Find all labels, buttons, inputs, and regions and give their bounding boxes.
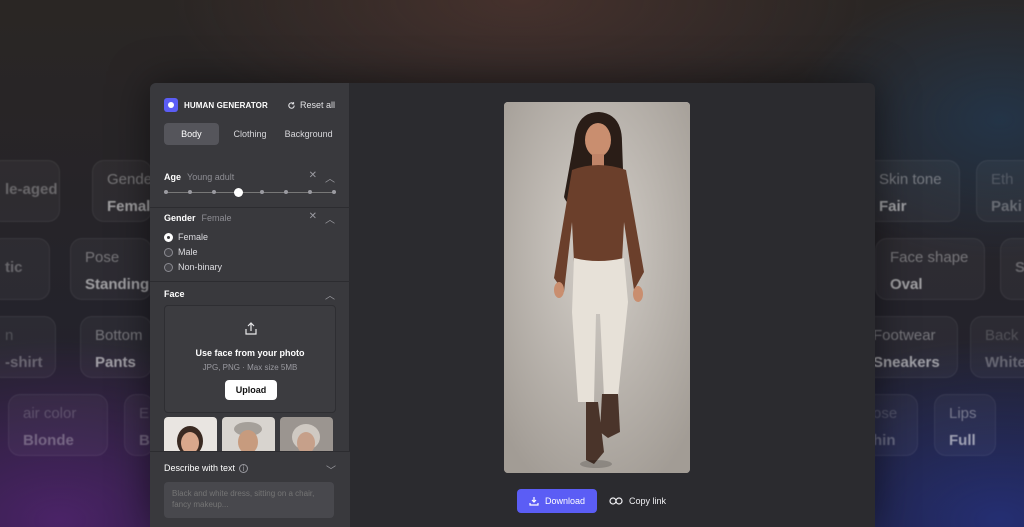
panel-header: HUMAN GENERATOR Reset all — [164, 97, 335, 113]
reset-all-button[interactable]: Reset all — [287, 100, 335, 110]
download-label: Download — [544, 496, 586, 506]
chevron-up-icon[interactable]: ︿ — [325, 170, 335, 185]
describe-title-row[interactable]: Describe with text i — [164, 463, 249, 473]
copy-link-button[interactable]: Copy link — [609, 496, 666, 506]
person-illustration — [504, 102, 690, 473]
chevron-up-icon[interactable]: ︿ — [325, 287, 335, 302]
info-icon: i — [239, 463, 249, 473]
gender-value: Female — [201, 213, 232, 223]
tab-bar: Body Clothing Background — [164, 123, 336, 145]
close-icon[interactable]: ✕ — [309, 211, 317, 226]
radio-label: Male — [178, 247, 198, 257]
age-slider[interactable] — [164, 188, 336, 197]
upload-hint: JPG, PNG · Max size 5MB — [202, 363, 298, 372]
divider — [150, 207, 350, 208]
download-button[interactable]: Download — [517, 489, 597, 513]
radio-male[interactable]: Male — [164, 247, 198, 257]
settings-panel: HUMAN GENERATOR Reset all Body Clothing … — [150, 83, 350, 527]
download-icon — [529, 497, 539, 506]
bg-chip-s: S — [1000, 238, 1024, 300]
gender-controls: ✕ ︿ — [309, 211, 335, 226]
age-section-title[interactable]: Age Young adult — [164, 172, 234, 182]
preview-actions: Download Copy link — [517, 489, 666, 513]
face-section-title[interactable]: Face — [164, 289, 185, 299]
radio-label: Female — [178, 232, 209, 242]
logo-icon — [164, 98, 178, 112]
tab-body[interactable]: Body — [164, 123, 219, 145]
bg-chip-bottom: Bottom Pants — [80, 316, 152, 378]
describe-section: Describe with text i ﹀ — [150, 451, 350, 527]
generator-window: HUMAN GENERATOR Reset all Body Clothing … — [150, 83, 875, 527]
age-value: Young adult — [187, 172, 235, 182]
radio-label: Non-binary — [178, 262, 223, 272]
generated-image — [504, 102, 690, 473]
upload-title: Use face from your photo — [195, 348, 305, 358]
radio-dot — [164, 262, 173, 272]
slider-step-dot — [284, 190, 288, 194]
bg-chip-style: tic — [0, 238, 50, 300]
slider-step-dot — [260, 190, 264, 194]
radio-dot — [164, 247, 173, 257]
radio-female[interactable]: Female — [164, 232, 208, 242]
face-controls: ︿ — [325, 287, 335, 302]
age-title: Age — [164, 172, 182, 182]
tab-background[interactable]: Background — [281, 123, 336, 145]
link-icon — [609, 497, 623, 505]
bg-chip-face-shape: Face shape Oval — [875, 238, 985, 300]
chevron-up-icon[interactable]: ︿ — [325, 211, 335, 226]
bg-chip-hair-color: air color Blonde — [8, 394, 108, 456]
slider-step-dot — [332, 190, 336, 194]
gender-title: Gender — [164, 213, 196, 223]
age-controls: ✕ ︿ — [309, 170, 335, 185]
slider-step-dot — [308, 190, 312, 194]
upload-button[interactable]: Upload — [225, 380, 277, 400]
copy-link-label: Copy link — [629, 496, 667, 506]
bg-chip-skin-tone: Skin tone Fair — [864, 160, 960, 222]
bg-chip-ethnicity: Eth Paki — [976, 160, 1024, 222]
gender-section-title[interactable]: Gender Female — [164, 213, 232, 223]
slider-step-dot — [212, 190, 216, 194]
bg-chip-top: n -shirt — [0, 316, 56, 378]
face-title: Face — [164, 289, 185, 299]
bg-chip-pose: Pose Standing — [70, 238, 152, 300]
bg-chip-age: le-aged — [0, 160, 60, 222]
tab-clothing[interactable]: Clothing — [223, 123, 278, 145]
slider-thumb[interactable] — [233, 188, 243, 197]
slider-step-dot — [164, 190, 168, 194]
close-icon[interactable]: ✕ — [309, 170, 317, 185]
reset-all-label: Reset all — [299, 100, 335, 110]
bg-chip-background: Back White — [970, 316, 1024, 378]
radio-non-binary[interactable]: Non-binary — [164, 262, 222, 272]
bg-chip-gender: Gender Female — [92, 160, 159, 222]
describe-title: Describe with text — [164, 463, 236, 473]
chevron-down-icon[interactable]: ﹀ — [326, 462, 336, 477]
reset-icon — [288, 101, 295, 109]
divider — [150, 281, 350, 282]
slider-step-dot — [188, 190, 192, 194]
bg-chip-lips: Lips Full — [934, 394, 996, 456]
face-upload-dropzone[interactable]: Use face from your photo JPG, PNG · Max … — [164, 305, 336, 413]
brand-name: HUMAN GENERATOR — [184, 100, 268, 110]
upload-icon — [245, 322, 257, 335]
describe-textarea[interactable] — [164, 482, 334, 518]
radio-dot — [164, 232, 173, 242]
